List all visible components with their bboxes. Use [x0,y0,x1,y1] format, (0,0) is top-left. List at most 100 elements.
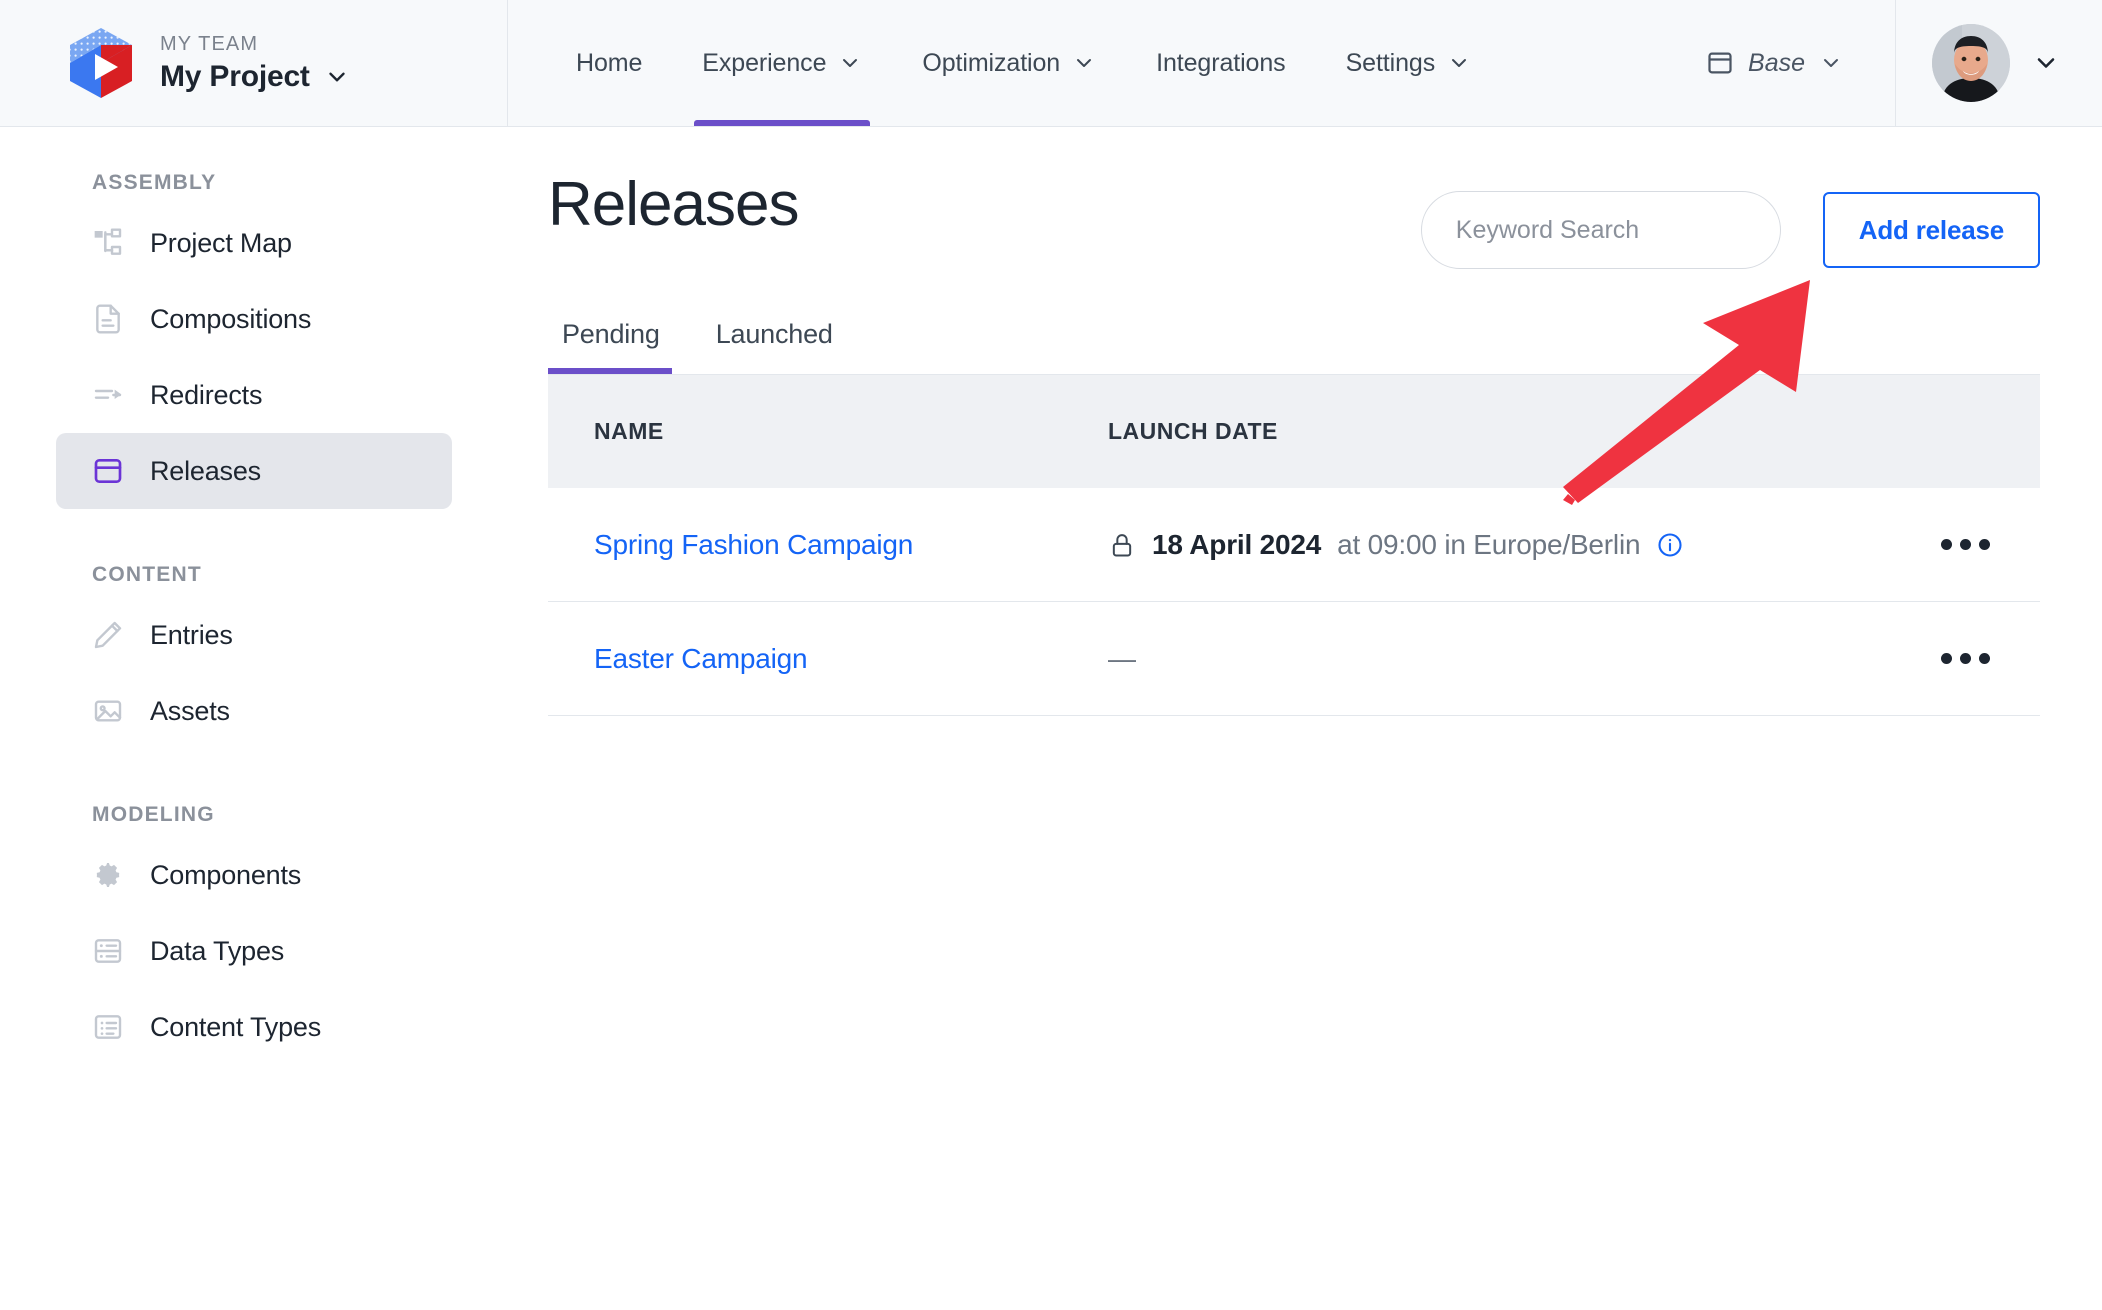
top-nav-items: Home Experience Optimization Integration… [508,0,1501,126]
brand-project-switcher[interactable]: MY TEAM My Project [0,0,508,126]
gear-icon [96,863,120,887]
content-list-icon [94,1015,122,1039]
tab-launched[interactable]: Launched [688,319,861,374]
sidebar-item-label: Project Map [150,227,292,258]
tab-label: Launched [715,319,833,349]
base-selector[interactable]: Base [1680,0,1896,126]
sidebar-item-releases[interactable]: Releases [56,433,452,509]
user-avatar-photo [1932,24,2010,102]
releases-table: NAME LAUNCH DATE Spring Fashion Campaign… [548,374,2040,716]
nav-active-indicator [694,120,871,126]
nav-item-experience[interactable]: Experience [672,0,892,126]
chevron-down-icon [2037,58,2055,68]
table-header-row: NAME LAUNCH DATE [548,374,2040,488]
chevron-down-icon [1077,59,1092,67]
release-link[interactable]: Spring Fashion Campaign [594,529,913,560]
project-name: My Project [160,59,310,93]
tab-bar: Pending Launched [548,319,2102,374]
sidebar-item-content-types[interactable]: Content Types [56,989,452,1065]
top-nav: Home Experience Optimization Integration… [508,0,2102,126]
window-panel-icon [1708,52,1732,74]
nav-item-label: Experience [702,48,827,77]
arrow-right-dashed-icon [94,389,122,399]
sidebar-item-label: Components [150,859,302,890]
brand-text: MY TEAM My Project [160,32,350,95]
sidebar-item-project-map[interactable]: Project Map [56,205,452,281]
sidebar-group-assembly: ASSEMBLY Project Map Compositions Redire… [0,171,508,509]
sidebar-group-modeling: MODELING Components Data Types Content T… [0,803,508,1065]
release-link[interactable]: Easter Campaign [594,643,808,674]
nav-item-settings[interactable]: Settings [1316,0,1502,126]
nav-item-label: Settings [1345,48,1436,77]
tab-active-indicator [548,368,672,374]
chevron-down-icon [843,59,858,67]
document-lines-icon [96,304,120,334]
base-selector-label: Base [1748,48,1805,77]
chevron-down-icon[interactable] [324,64,350,90]
data-list-icon [94,939,122,963]
column-header-name: NAME [594,418,664,444]
project-row: My Project [160,59,350,95]
main-content: Releases Add release Pending Launched [508,127,2102,1310]
nav-item-optimization[interactable]: Optimization [892,0,1126,126]
pencil-icon [94,621,122,649]
sidebar-group-title: CONTENT [92,563,202,586]
table-row: Easter Campaign — [548,602,2040,716]
cell-launch-date: — [1058,643,1890,675]
sidebar-item-label: Releases [150,455,261,486]
page-title: Releases [548,170,799,239]
launch-date-value: — [1108,642,1136,674]
team-label: MY TEAM [160,32,259,55]
cube-play-logo [70,28,132,98]
cell-launch-date: 18 April 2024 at 09:00 in Europe/Berlin [1058,529,1890,561]
page-header-actions: Add release [1420,169,2040,269]
app-root: MY TEAM My Project Home Experience Optim… [0,0,2102,1310]
row-actions [1890,539,2040,550]
sitemap-icon [94,228,122,255]
sidebar-group-title: MODELING [92,803,215,826]
sidebar-group-title: ASSEMBLY [92,171,217,194]
top-bar-right: Base [1680,0,2102,126]
page-header: Releases Add release [508,127,2102,269]
sidebar-item-label: Content Types [150,1011,322,1042]
sidebar-item-compositions[interactable]: Compositions [56,281,452,357]
row-actions [1890,653,2040,664]
launch-time-value: at 09:00 in Europe/Berlin [1337,528,1641,560]
cell-name: Easter Campaign [548,643,1058,675]
launch-date-value: 18 April 2024 [1152,528,1322,560]
search-input[interactable] [1455,215,1778,245]
nav-item-home[interactable]: Home [546,0,672,126]
kebab-menu-icon[interactable] [1940,653,1990,664]
cell-name: Spring Fashion Campaign [548,529,1058,561]
search-box[interactable] [1420,191,1781,269]
kebab-menu-icon[interactable] [1940,539,1990,550]
tab-label: Pending [562,319,660,349]
sidebar-item-label: Entries [150,619,233,650]
user-menu[interactable] [1896,0,2102,126]
calendar-panel-icon [94,459,122,483]
sidebar: ASSEMBLY Project Map Compositions Redire… [0,127,508,1310]
sidebar-item-label: Data Types [150,935,285,966]
column-header-launch-date: LAUNCH DATE [1108,418,1278,444]
sidebar-item-data-types[interactable]: Data Types [56,913,452,989]
chevron-down-icon [1824,59,1838,67]
nav-item-label: Home [576,48,643,77]
sidebar-item-label: Redirects [150,379,263,410]
sidebar-item-label: Compositions [150,303,312,334]
info-circle-icon[interactable] [1656,531,1684,559]
sidebar-item-components[interactable]: Components [56,837,452,913]
add-release-button[interactable]: Add release [1822,192,2040,268]
chevron-down-icon [1452,59,1467,67]
lock-icon [1112,533,1132,556]
nav-item-label: Integrations [1156,48,1286,77]
table-row: Spring Fashion Campaign 18 April 2024 at… [548,488,2040,602]
sidebar-item-entries[interactable]: Entries [56,597,452,673]
sidebar-item-redirects[interactable]: Redirects [56,357,452,433]
top-bar: MY TEAM My Project Home Experience Optim… [0,0,2102,127]
tab-pending[interactable]: Pending [548,319,688,374]
nav-item-integrations[interactable]: Integrations [1126,0,1315,126]
sidebar-item-assets[interactable]: Assets [56,673,452,749]
sidebar-item-label: Assets [150,695,230,726]
